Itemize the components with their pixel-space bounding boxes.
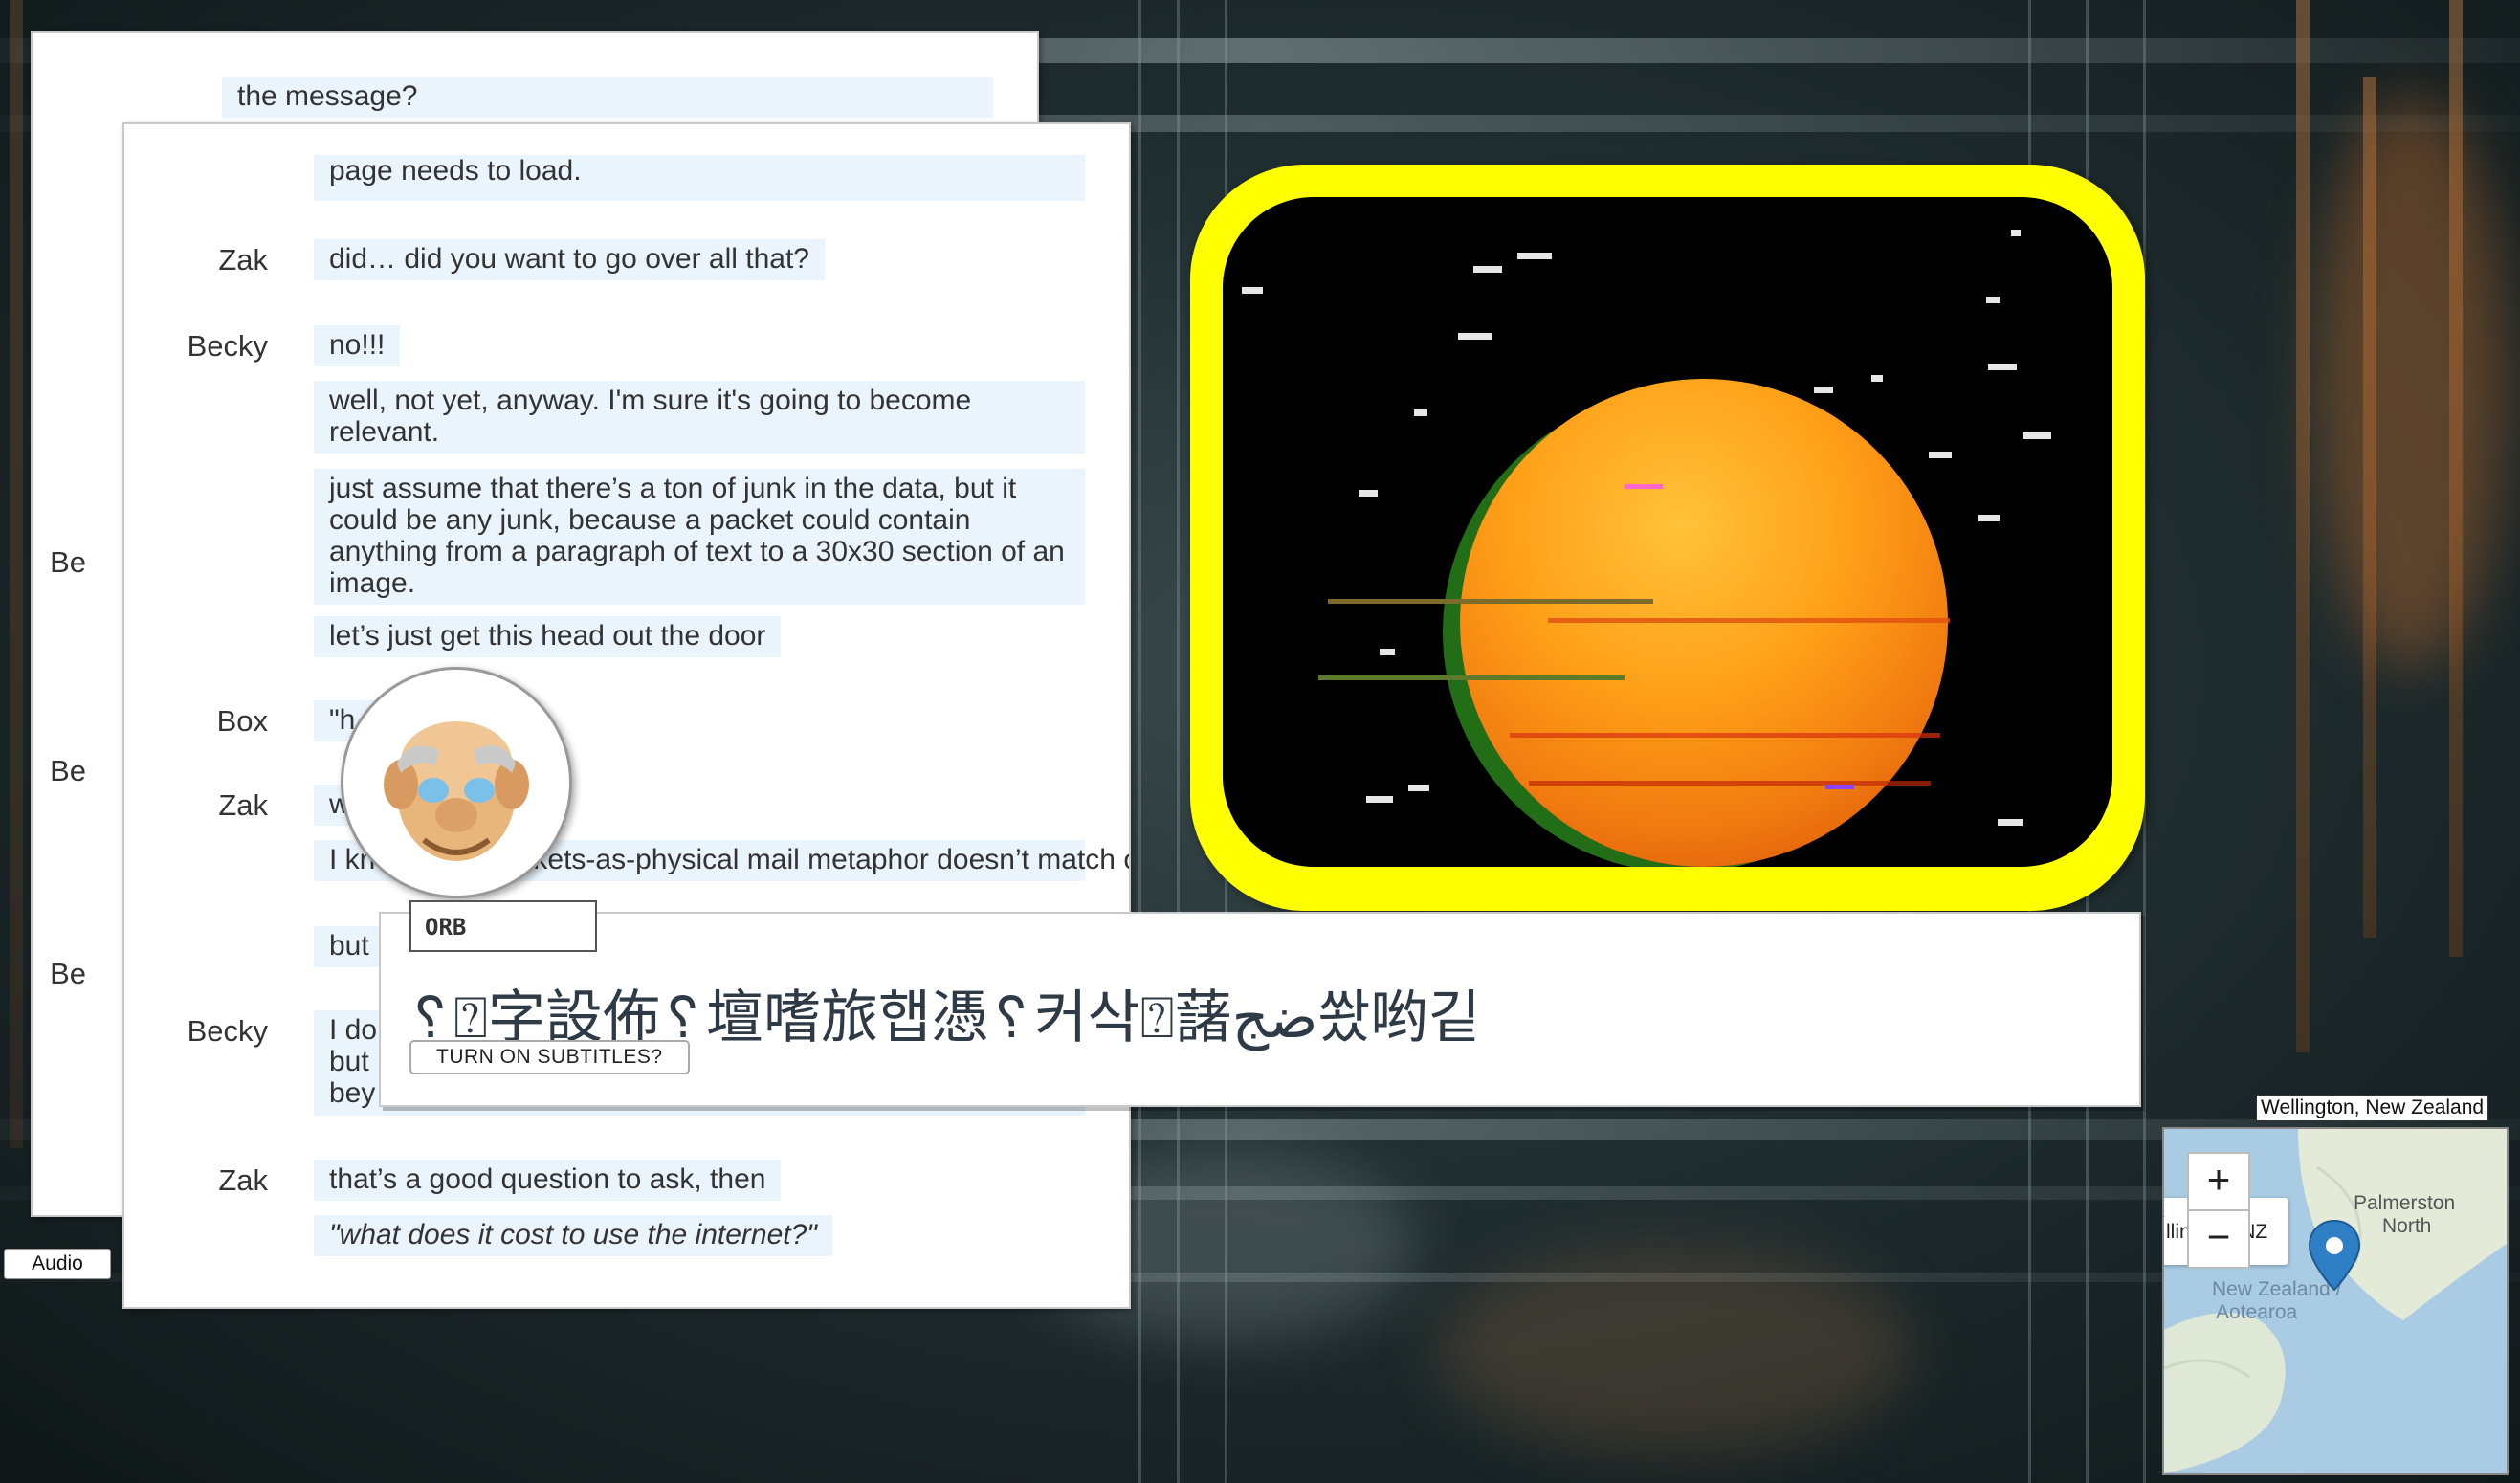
subtitle-speaker-tag: ORB [409,900,597,952]
turn-on-subtitles-button[interactable]: TURN ON SUBTITLES? [409,1040,690,1074]
zoom-in-button[interactable]: + [2187,1152,2250,1211]
orb-sphere [1460,379,1948,867]
chat-bubble: let’s just get this head out the door [314,616,782,657]
map-label-country: Aotearoa [2216,1301,2298,1323]
chat-speaker-partial: Be [50,545,86,579]
chat-speaker: Box [216,704,268,738]
map-label-city: North [2382,1215,2432,1237]
zoom-out-button[interactable]: − [2187,1209,2250,1269]
old-man-face-icon [341,667,572,898]
chat-speaker: Zak [218,1163,268,1197]
chat-bubble: well, not yet, anyway. I'm sure it's goi… [314,381,1085,454]
map-widget[interactable]: llington, NZ k + − Palmerston North New … [2162,1127,2509,1475]
orb-video-screen [1223,197,2112,867]
chat-bubble: "what does it cost to use the internet?" [314,1215,832,1256]
subtitle-panel: ORB ␦⍰字設佈␦壇嗜旅햅憑␦커삭⍰藷ضج쐈哟깉 TURN ON SUBTIT… [379,900,2141,1107]
orb-video-frame [1190,165,2145,911]
map-label-city: Palmerston [2354,1192,2456,1214]
chat-bubble: no!!! [314,325,401,366]
chat-bubble: that’s a good question to ask, then [314,1160,782,1201]
chat-bubble: did… did you want to go over all that? [314,239,825,280]
audio-label[interactable]: Audio [4,1249,111,1279]
chat-speaker: Zak [218,243,268,277]
chat-bubble: the message? [222,77,993,118]
map-pin-icon[interactable] [2306,1217,2363,1294]
chat-speaker-partial: Be [50,754,86,787]
chat-window-front[interactable]: page needs to load. Zak did… did you wan… [122,122,1131,1309]
chat-speaker: Becky [187,329,268,363]
chat-speaker: Zak [218,788,268,822]
chat-bubble: just assume that there’s a ton of junk i… [314,469,1085,605]
map-title: Wellington, New Zealand [2256,1095,2489,1121]
chat-bubble: page needs to load. [314,155,1085,201]
chat-speaker-partial: Be [50,957,86,990]
map-popup-prefix: k [2164,1200,2165,1223]
chat-speaker: Becky [187,1014,268,1048]
